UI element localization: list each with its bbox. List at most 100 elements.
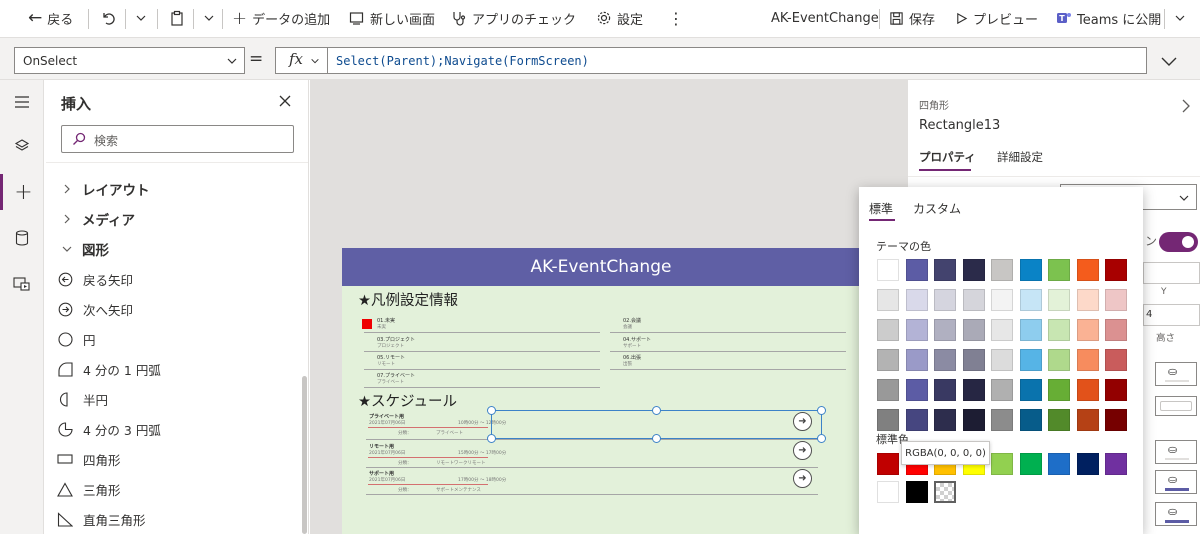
- schedule-row[interactable]: [366, 469, 818, 493]
- color-swatch[interactable]: [905, 259, 928, 281]
- color-swatch[interactable]: [1105, 319, 1127, 341]
- disabled-fill-button[interactable]: ⛀: [1155, 440, 1197, 464]
- color-swatch[interactable]: [905, 379, 928, 401]
- color-swatch[interactable]: [1105, 259, 1127, 281]
- color-swatch[interactable]: [1105, 409, 1127, 431]
- transparent-color-swatch[interactable]: [934, 481, 956, 503]
- tab-custom[interactable]: カスタム: [913, 200, 961, 217]
- color-swatch[interactable]: [1076, 379, 1099, 401]
- media-button[interactable]: [0, 266, 44, 302]
- insert-next-arrow[interactable]: 次へ矢印: [57, 295, 133, 323]
- color-swatch[interactable]: [1105, 379, 1127, 401]
- color-swatch[interactable]: [877, 289, 899, 311]
- color-swatch[interactable]: [1048, 379, 1070, 401]
- color-swatch[interactable]: [1019, 259, 1042, 281]
- color-swatch[interactable]: [905, 319, 928, 341]
- insert-half-circle[interactable]: 半円: [57, 385, 108, 413]
- more-button[interactable]: ⋮: [668, 0, 684, 36]
- insert-panel-scrollbar[interactable]: [302, 376, 307, 534]
- color-swatch[interactable]: [1076, 259, 1099, 281]
- next-arrow-icon[interactable]: ➜: [793, 469, 812, 488]
- resize-handle[interactable]: [652, 406, 661, 415]
- color-swatch[interactable]: [991, 453, 1013, 475]
- color-swatch[interactable]: [1105, 349, 1127, 371]
- color-swatch[interactable]: [905, 481, 928, 503]
- color-swatch[interactable]: [934, 259, 956, 281]
- back-button[interactable]: ← 戻る: [28, 0, 73, 36]
- color-swatch[interactable]: [1019, 349, 1042, 371]
- search-input[interactable]: 検索: [61, 125, 294, 153]
- resize-handle[interactable]: [817, 434, 826, 443]
- color-swatch[interactable]: [877, 319, 899, 341]
- data-button[interactable]: [0, 220, 44, 256]
- color-swatch[interactable]: [1076, 289, 1099, 311]
- color-swatch[interactable]: [1076, 453, 1099, 475]
- resize-handle[interactable]: [487, 434, 496, 443]
- insert-rectangle[interactable]: 四角形: [57, 445, 121, 473]
- next-arrow-icon[interactable]: ➜: [793, 441, 812, 460]
- publish-dropdown[interactable]: [1174, 0, 1186, 36]
- resize-handle[interactable]: [652, 434, 661, 443]
- color-swatch[interactable]: [1048, 259, 1070, 281]
- color-swatch[interactable]: [1048, 453, 1070, 475]
- undo-button[interactable]: [100, 0, 116, 36]
- control-name[interactable]: Rectangle13: [919, 118, 1000, 133]
- color-swatch[interactable]: [991, 289, 1013, 311]
- tab-standard[interactable]: 標準: [869, 200, 893, 217]
- insert-button[interactable]: +: [0, 174, 44, 210]
- publish-teams-button[interactable]: T Teams に公開: [1056, 0, 1161, 36]
- tab-properties[interactable]: プロパティ: [919, 149, 976, 165]
- color-swatch[interactable]: [877, 409, 899, 431]
- color-swatch[interactable]: [1105, 289, 1127, 311]
- color-swatch[interactable]: [1048, 319, 1070, 341]
- resize-handle[interactable]: [817, 406, 826, 415]
- color-swatch[interactable]: [877, 453, 899, 475]
- hover-fill-button[interactable]: ⛀: [1155, 470, 1197, 494]
- color-swatch[interactable]: [1048, 409, 1070, 431]
- menu-button[interactable]: [0, 84, 44, 120]
- color-swatch[interactable]: [1076, 319, 1099, 341]
- category-shapes[interactable]: 図形: [62, 237, 109, 261]
- color-swatch[interactable]: [962, 319, 985, 341]
- insert-three-quarter-arc[interactable]: 4 分の 3 円弧: [57, 415, 161, 443]
- color-swatch[interactable]: [877, 349, 899, 371]
- color-swatch[interactable]: [1019, 319, 1042, 341]
- color-swatch[interactable]: [877, 481, 899, 503]
- height-input[interactable]: 4: [1143, 304, 1200, 326]
- fx-button[interactable]: fx: [275, 47, 328, 74]
- color-swatch[interactable]: [1076, 409, 1099, 431]
- color-swatch[interactable]: [1019, 453, 1042, 475]
- formula-input[interactable]: Select(Parent);Navigate(FormScreen): [327, 47, 1147, 74]
- color-swatch[interactable]: [934, 289, 956, 311]
- insert-back-arrow[interactable]: 戻る矢印: [57, 265, 133, 293]
- color-swatch[interactable]: [1105, 453, 1127, 475]
- color-swatch[interactable]: [934, 379, 956, 401]
- color-swatch[interactable]: [1019, 409, 1042, 431]
- property-dropdown[interactable]: OnSelect: [14, 47, 245, 74]
- color-swatch[interactable]: [991, 379, 1013, 401]
- color-swatch[interactable]: [991, 409, 1013, 431]
- resize-handle[interactable]: [487, 406, 496, 415]
- panel-expand-button[interactable]: [1180, 98, 1192, 114]
- paste-button[interactable]: [169, 0, 185, 36]
- paste-dropdown[interactable]: [203, 0, 215, 36]
- color-swatch[interactable]: [877, 379, 899, 401]
- color-swatch[interactable]: [962, 349, 985, 371]
- save-button[interactable]: 保存: [889, 0, 935, 36]
- color-swatch[interactable]: [962, 259, 985, 281]
- close-panel-button[interactable]: [278, 94, 292, 108]
- color-swatch[interactable]: [905, 349, 928, 371]
- insert-circle[interactable]: 円: [57, 325, 96, 353]
- tree-view-button[interactable]: [0, 128, 44, 164]
- insert-triangle[interactable]: 三角形: [57, 475, 121, 503]
- add-data-button[interactable]: + データの追加: [232, 0, 330, 36]
- color-swatch[interactable]: [1019, 379, 1042, 401]
- new-screen-button[interactable]: 新しい画面: [349, 0, 435, 36]
- color-swatch[interactable]: [1019, 289, 1042, 311]
- insert-right-triangle[interactable]: 直角三角形: [57, 505, 146, 533]
- color-swatch[interactable]: [991, 349, 1013, 371]
- category-layout[interactable]: レイアウト: [62, 177, 150, 201]
- settings-button[interactable]: 設定: [596, 0, 643, 36]
- category-media[interactable]: メディア: [62, 207, 135, 231]
- color-swatch[interactable]: [1076, 349, 1099, 371]
